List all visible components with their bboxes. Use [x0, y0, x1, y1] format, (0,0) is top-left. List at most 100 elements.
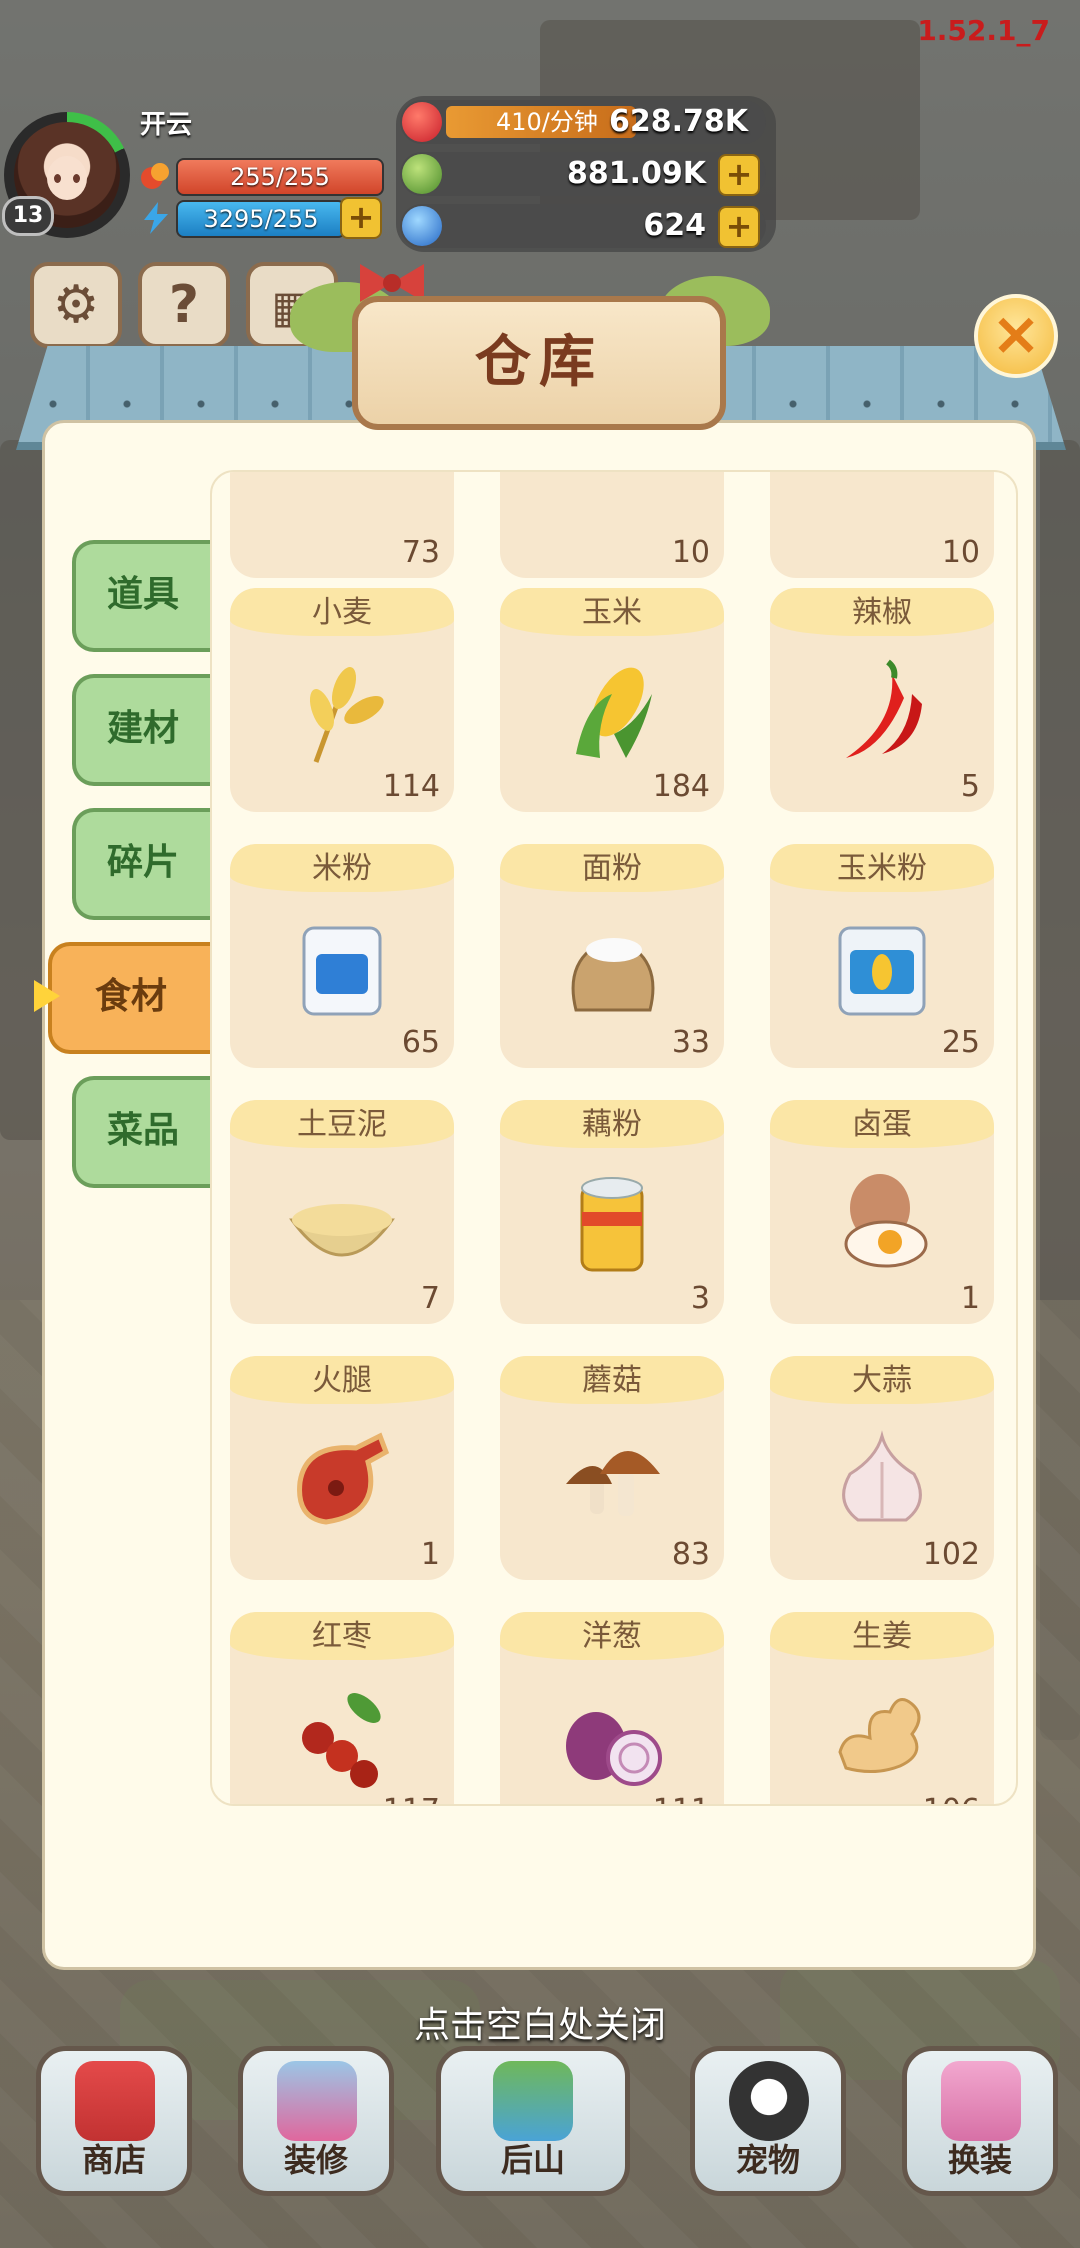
stamina-bar: 255/255 [176, 158, 384, 196]
item-count: 73 [401, 535, 440, 570]
player-level-badge: 13 [2, 196, 54, 236]
settings-button[interactable]: ⚙ [30, 262, 122, 348]
item-count: 5 [960, 769, 980, 804]
item-card-ginger[interactable]: 生姜 106 [770, 1612, 994, 1804]
close-icon: × [990, 299, 1042, 369]
item-card-rice-flour[interactable]: 米粉 65 [230, 844, 454, 1068]
ham-icon [297, 1432, 390, 1525]
item-name: 藕粉 [500, 1100, 724, 1148]
tap-to-close-hint: 点击空白处关闭 [413, 2005, 666, 2046]
item-card-chili[interactable]: 辣椒 5 [770, 588, 994, 812]
hearts-row: 410/分钟 628.78K [400, 100, 766, 144]
item-card-wheat[interactable]: 小麦 114 [230, 588, 454, 812]
add-cash-button[interactable]: + [718, 154, 760, 196]
garlic-icon [842, 1430, 922, 1522]
item-card-mushroom[interactable]: 蘑菇 83 [500, 1356, 724, 1580]
item-count: 25 [941, 1025, 980, 1060]
item-count: 7 [420, 1281, 440, 1316]
nav-pets[interactable]: 宠物 [690, 2046, 846, 2196]
item-count: 111 [653, 1793, 710, 1804]
help-button[interactable]: ? [138, 262, 230, 348]
item-count: 1 [420, 1537, 440, 1572]
heart-icon [402, 102, 442, 142]
mountain-icon [493, 2061, 573, 2141]
item-card-onion[interactable]: 洋葱 111 [500, 1612, 724, 1804]
mashed-potato-bowl-icon [289, 1204, 395, 1257]
item-name: 辣椒 [770, 588, 994, 636]
resource-panel: 410/分钟 628.78K 881.09K + 624 + [396, 96, 776, 252]
item-card-corn-flour[interactable]: 玉米粉 25 [770, 844, 994, 1068]
hearts-value: 628.78K [608, 104, 748, 139]
item-name: 玉米 [500, 588, 724, 636]
item-name: 红枣 [230, 1612, 454, 1660]
item-card[interactable]: 10 [500, 472, 724, 578]
item-count: 1 [960, 1281, 980, 1316]
cash-icon [402, 154, 442, 194]
nav-label: 后山 [500, 2141, 565, 2179]
tab-fragments[interactable]: 碎片 [72, 808, 210, 920]
item-card-ham[interactable]: 火腿 1 [230, 1356, 454, 1580]
item-count: 117 [383, 1793, 440, 1804]
item-card[interactable]: 10 [770, 472, 994, 578]
diamonds-row: 624 + [400, 204, 766, 248]
item-name: 米粉 [230, 844, 454, 892]
nav-label: 换装 [947, 2141, 1012, 2179]
stamina-value: 255/255 [230, 163, 330, 191]
wheat-icon [309, 667, 384, 763]
item-card[interactable]: 73 [230, 472, 454, 578]
item-count: 33 [671, 1025, 710, 1060]
corn-icon [576, 667, 652, 758]
add-diamonds-button[interactable]: + [718, 206, 760, 248]
add-energy-button[interactable]: + [340, 197, 382, 239]
item-card-mashed-potato[interactable]: 土豆泥 7 [230, 1100, 454, 1324]
item-name: 土豆泥 [230, 1100, 454, 1148]
shop-icon [75, 2061, 155, 2141]
question-icon: ? [168, 275, 200, 335]
energy-value: 3295/255 [203, 205, 319, 233]
item-count: 184 [652, 769, 710, 804]
panel-title-sign: 仓库 [352, 296, 726, 430]
tab-dishes[interactable]: 菜品 [72, 1076, 210, 1188]
item-name: 小麦 [230, 588, 454, 636]
mushroom-icon [566, 1451, 660, 1516]
cash-row: 881.09K + [400, 152, 766, 196]
paint-brush-icon [277, 2061, 357, 2141]
nav-back-mountain[interactable]: 后山 [436, 2046, 630, 2196]
nav-decorate[interactable]: 装修 [238, 2046, 394, 2196]
item-card-garlic[interactable]: 大蒜 102 [770, 1356, 994, 1580]
item-grid[interactable]: 73 10 10 小麦 114 玉米 184 辣椒 5 米粉 65 面粉 33 … [210, 470, 1018, 1806]
item-name: 卤蛋 [770, 1100, 994, 1148]
item-count: 83 [671, 1537, 710, 1572]
item-name: 洋葱 [500, 1612, 724, 1660]
item-count: 65 [401, 1025, 440, 1060]
tab-building-materials[interactable]: 建材 [72, 674, 210, 786]
item-name: 生姜 [770, 1612, 994, 1660]
close-button[interactable]: × [974, 294, 1058, 378]
rice-flour-bag-icon [302, 926, 382, 1016]
active-tab-arrow-icon [34, 980, 60, 1012]
item-count: 106 [923, 1793, 980, 1804]
tab-props[interactable]: 道具 [72, 540, 210, 652]
nav-label: 商店 [81, 2141, 146, 2179]
corn-flour-bag-icon [838, 926, 926, 1016]
stamina-icon [141, 163, 169, 189]
item-count: 102 [922, 1537, 980, 1572]
item-card-flour[interactable]: 面粉 33 [500, 844, 724, 1068]
onion-icon [566, 1712, 662, 1786]
diamonds-value: 624 [643, 208, 706, 243]
chili-icon [846, 659, 922, 758]
item-name: 火腿 [230, 1356, 454, 1404]
gear-icon: ⚙ [52, 275, 100, 335]
tab-ingredients[interactable]: 食材 [48, 942, 210, 1054]
nav-shop[interactable]: 商店 [36, 2046, 192, 2196]
item-card-braised-egg[interactable]: 卤蛋 1 [770, 1100, 994, 1324]
nav-dress-up[interactable]: 换装 [902, 2046, 1058, 2196]
item-count: 10 [941, 535, 980, 570]
item-card-corn[interactable]: 玉米 184 [500, 588, 724, 812]
item-card-lotus-powder[interactable]: 藕粉 3 [500, 1100, 724, 1324]
diamond-icon [402, 206, 442, 246]
energy-bar: 3295/255 [176, 200, 346, 238]
lightning-icon [144, 202, 168, 234]
player-hud: 13 开云 255/255 3295/255 + 410/分钟 628.78K … [0, 96, 780, 256]
item-card-red-dates[interactable]: 红枣 117 [230, 1612, 454, 1804]
